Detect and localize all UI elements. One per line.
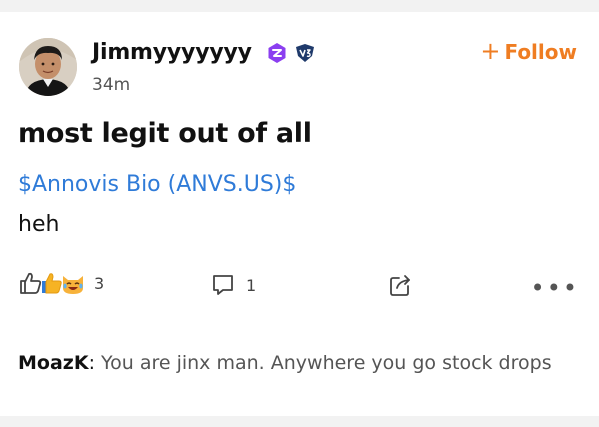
post-title: most legit out of all <box>18 118 312 149</box>
author-name[interactable]: Jimmyyyyyyy <box>92 40 252 65</box>
share-icon <box>390 275 410 296</box>
post-actions-bar: 3 1 ••• <box>0 270 599 306</box>
share-button[interactable] <box>388 272 414 302</box>
level-badge-icon <box>296 44 314 62</box>
ticker-link[interactable]: $Annovis Bio (ANVS.US)$ <box>18 172 296 197</box>
reactions-count: 3 <box>94 273 105 293</box>
reactions-button[interactable]: 3 <box>18 270 104 296</box>
post-timestamp: 34m <box>92 75 131 95</box>
comments-count: 1 <box>246 275 257 295</box>
post-card: Jimmyyyyyyy 34m + Follow most legit out … <box>0 12 599 416</box>
follow-button[interactable]: + Follow <box>480 37 577 65</box>
avatar-image <box>19 38 77 96</box>
top-comment-preview[interactable]: MoazK: You are jinx man. Anywhere you go… <box>18 349 578 377</box>
comment-separator: : <box>88 352 102 374</box>
reaction-icons <box>18 270 86 296</box>
laughing-cat-emoji-icon <box>63 276 83 294</box>
comment-author[interactable]: MoazK <box>18 352 89 374</box>
more-options-icon[interactable]: ••• <box>531 276 579 300</box>
verified-badge-icon <box>268 43 286 63</box>
avatar[interactable] <box>19 38 77 96</box>
author-badges <box>266 42 316 64</box>
comment-text: You are jinx man. Anywhere you go stock … <box>101 352 552 374</box>
follow-label: Follow <box>504 40 577 64</box>
comment-bubble-icon <box>213 275 233 295</box>
post-body: heh <box>18 212 60 237</box>
comment-button[interactable]: 1 <box>210 272 256 298</box>
plus-icon: + <box>480 37 501 65</box>
